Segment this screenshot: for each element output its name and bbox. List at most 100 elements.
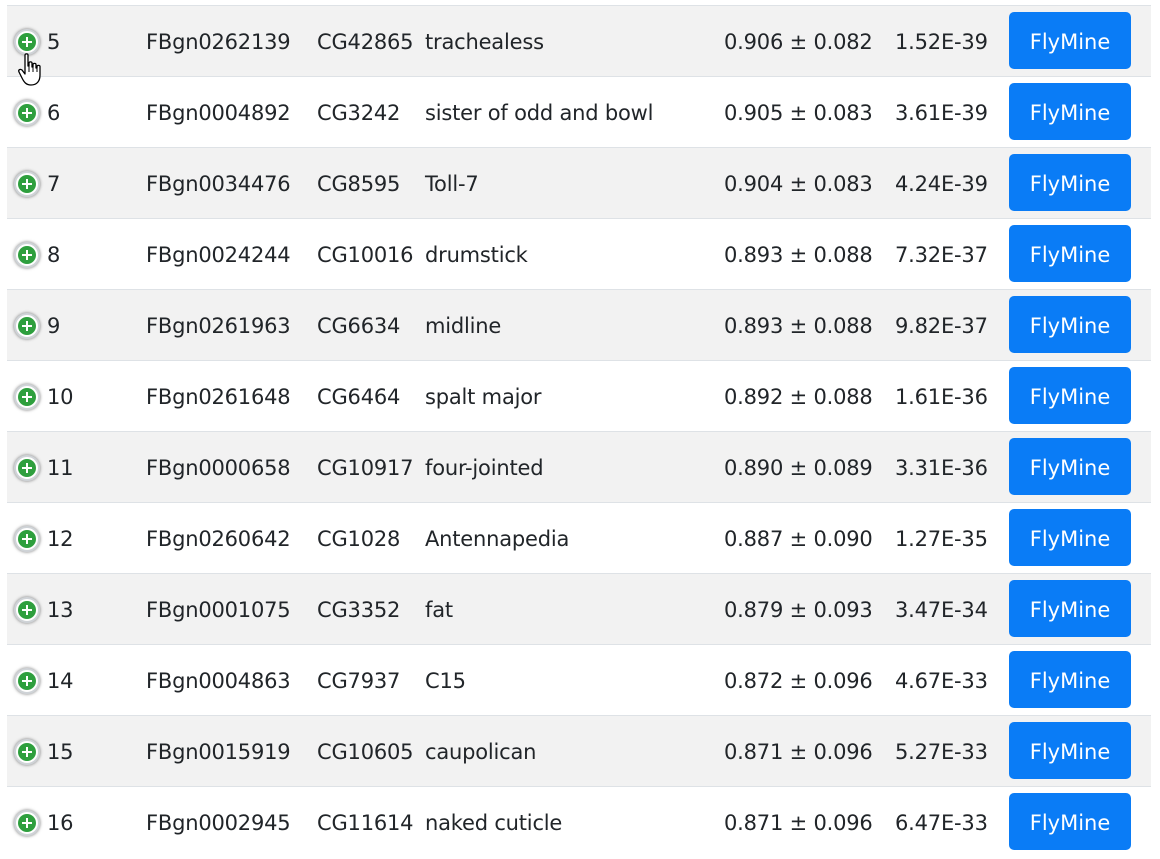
cg-id: CG6634 (317, 314, 401, 338)
score-value: 0.892 ± 0.088 (724, 385, 873, 409)
gene-name: Antennapedia (425, 527, 570, 551)
flymine-button[interactable]: FlyMine (1009, 367, 1131, 424)
flymine-button[interactable]: FlyMine (1009, 722, 1131, 779)
flymine-button[interactable]: FlyMine (1009, 438, 1131, 495)
cg-id: CG3352 (317, 598, 401, 622)
plus-circle-icon[interactable] (14, 100, 40, 126)
gene-name: C15 (425, 669, 466, 693)
rank-number: 15 (47, 740, 74, 764)
p-value: 7.32E-37 (895, 243, 988, 267)
cg-id: CG8595 (317, 172, 401, 196)
plus-circle-icon[interactable] (14, 242, 40, 268)
rank-number: 6 (47, 101, 61, 125)
expand-cell (10, 645, 40, 715)
table-row: 13 FBgn0001075 CG3352 fat 0.879 ± 0.093 … (7, 573, 1151, 644)
plus-circle-icon[interactable] (14, 810, 40, 836)
flybase-id: FBgn0004892 (146, 101, 291, 125)
p-value: 4.24E-39 (895, 172, 988, 196)
flymine-button[interactable]: FlyMine (1009, 651, 1131, 708)
table-row: 8 FBgn0024244 CG10016 drumstick 0.893 ± … (7, 218, 1151, 289)
plus-circle-icon[interactable] (14, 597, 40, 623)
p-value: 6.47E-33 (895, 811, 988, 835)
plus-circle-icon[interactable] (14, 526, 40, 552)
flybase-id: FBgn0001075 (146, 598, 291, 622)
score-value: 0.872 ± 0.096 (724, 669, 873, 693)
cg-id: CG10016 (317, 243, 414, 267)
flymine-button[interactable]: FlyMine (1009, 296, 1131, 353)
flymine-button[interactable]: FlyMine (1009, 225, 1131, 282)
p-value: 5.27E-33 (895, 740, 988, 764)
expand-cell (10, 6, 40, 76)
p-value: 3.47E-34 (895, 598, 988, 622)
flybase-id: FBgn0002945 (146, 811, 291, 835)
gene-name: drumstick (425, 243, 528, 267)
rank-number: 5 (47, 30, 61, 54)
table-row: 15 FBgn0015919 CG10605 caupolican 0.871 … (7, 715, 1151, 786)
p-value: 3.61E-39 (895, 101, 988, 125)
score-value: 0.887 ± 0.090 (724, 527, 873, 551)
table-row: 6 FBgn0004892 CG3242 sister of odd and b… (7, 76, 1151, 147)
cg-id: CG42865 (317, 30, 414, 54)
results-table: 5 FBgn0262139 CG42865 trachealess 0.906 … (7, 5, 1151, 857)
plus-circle-icon[interactable] (14, 171, 40, 197)
gene-name: midline (425, 314, 502, 338)
gene-name: caupolican (425, 740, 537, 764)
expand-cell (10, 574, 40, 644)
gene-name: fat (425, 598, 453, 622)
expand-cell (10, 787, 40, 857)
flybase-id: FBgn0260642 (146, 527, 291, 551)
flymine-button[interactable]: FlyMine (1009, 580, 1131, 637)
flybase-id: FBgn0000658 (146, 456, 291, 480)
flybase-id: FBgn0004863 (146, 669, 291, 693)
plus-circle-icon[interactable] (14, 739, 40, 765)
p-value: 3.31E-36 (895, 456, 988, 480)
rank-number: 9 (47, 314, 61, 338)
rank-number: 16 (47, 811, 74, 835)
flymine-button[interactable]: FlyMine (1009, 83, 1131, 140)
cg-id: CG3242 (317, 101, 401, 125)
gene-name: naked cuticle (425, 811, 563, 835)
cg-id: CG11614 (317, 811, 414, 835)
gene-name: four-jointed (425, 456, 544, 480)
flybase-id: FBgn0015919 (146, 740, 291, 764)
rank-number: 13 (47, 598, 74, 622)
plus-circle-icon[interactable] (14, 455, 40, 481)
rank-number: 10 (47, 385, 74, 409)
cg-id: CG7937 (317, 669, 401, 693)
p-value: 1.61E-36 (895, 385, 988, 409)
gene-name: spalt major (425, 385, 542, 409)
gene-name: sister of odd and bowl (425, 101, 654, 125)
score-value: 0.893 ± 0.088 (724, 243, 873, 267)
cg-id: CG1028 (317, 527, 401, 551)
expand-cell (10, 290, 40, 360)
score-value: 0.904 ± 0.083 (724, 172, 873, 196)
flymine-button[interactable]: FlyMine (1009, 793, 1131, 850)
expand-cell (10, 716, 40, 786)
table-row: 14 FBgn0004863 CG7937 C15 0.872 ± 0.096 … (7, 644, 1151, 715)
rank-number: 8 (47, 243, 61, 267)
flybase-id: FBgn0261963 (146, 314, 291, 338)
expand-cell (10, 148, 40, 218)
p-value: 4.67E-33 (895, 669, 988, 693)
table-row: 10 FBgn0261648 CG6464 spalt major 0.892 … (7, 360, 1151, 431)
score-value: 0.893 ± 0.088 (724, 314, 873, 338)
gene-name: Toll-7 (425, 172, 479, 196)
cg-id: CG6464 (317, 385, 401, 409)
plus-circle-icon[interactable] (14, 668, 40, 694)
rank-number: 7 (47, 172, 61, 196)
flymine-button[interactable]: FlyMine (1009, 154, 1131, 211)
p-value: 1.27E-35 (895, 527, 988, 551)
score-value: 0.890 ± 0.089 (724, 456, 873, 480)
gene-name: trachealess (425, 30, 544, 54)
plus-circle-icon[interactable] (14, 29, 40, 55)
rank-number: 11 (47, 456, 74, 480)
plus-circle-icon[interactable] (14, 384, 40, 410)
cg-id: CG10605 (317, 740, 414, 764)
flymine-button[interactable]: FlyMine (1009, 12, 1131, 69)
expand-cell (10, 503, 40, 573)
plus-circle-icon[interactable] (14, 313, 40, 339)
flybase-id: FBgn0034476 (146, 172, 291, 196)
table-row: 7 FBgn0034476 CG8595 Toll-7 0.904 ± 0.08… (7, 147, 1151, 218)
flymine-button[interactable]: FlyMine (1009, 509, 1131, 566)
score-value: 0.905 ± 0.083 (724, 101, 873, 125)
